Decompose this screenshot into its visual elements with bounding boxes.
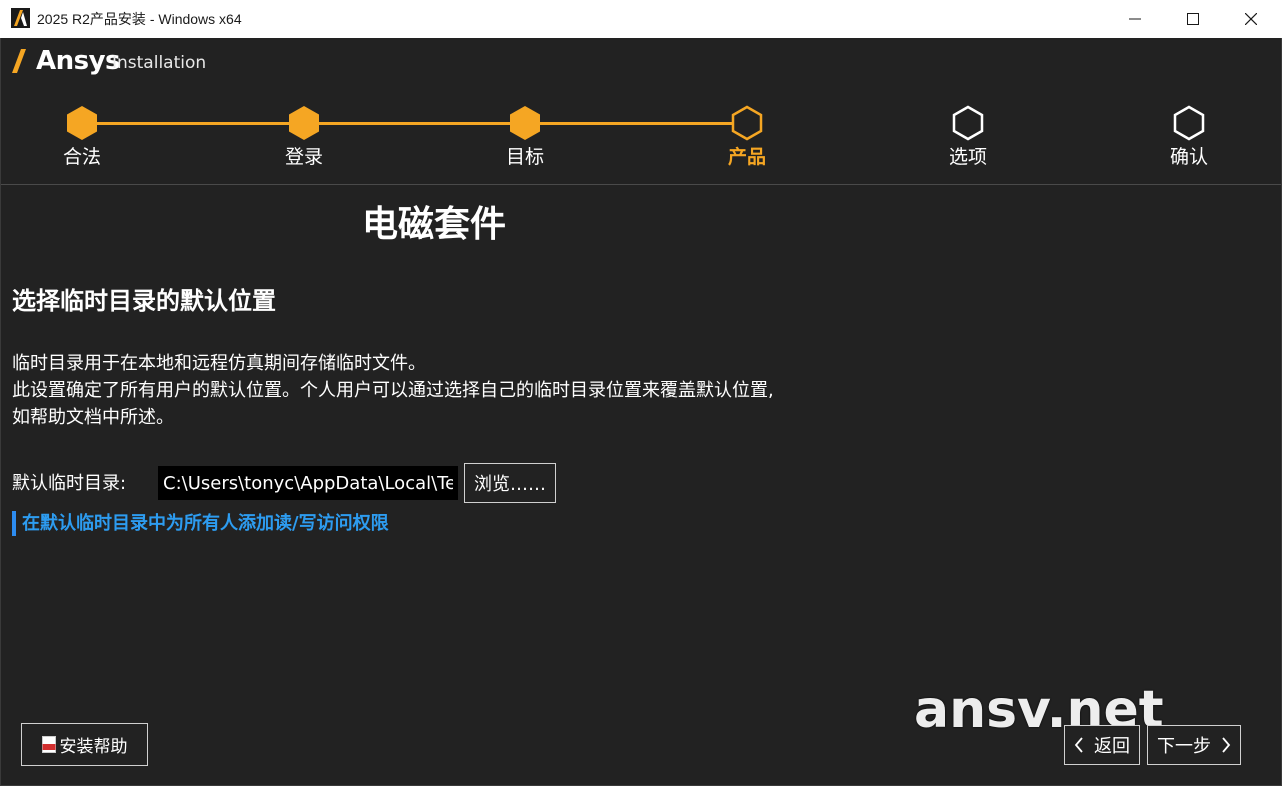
step-label: 合法 xyxy=(62,146,101,168)
section-heading: 选择临时目录的默认位置 xyxy=(12,287,276,315)
installation-subtitle: Installation xyxy=(112,53,207,73)
temp-dir-label: 默认临时目录: xyxy=(12,473,127,494)
hexagon-filled-icon xyxy=(510,106,540,140)
maximize-button[interactable] xyxy=(1164,0,1222,38)
pdf-icon xyxy=(41,736,56,753)
minimize-button[interactable] xyxy=(1106,0,1164,38)
step-label: 目标 xyxy=(505,146,544,168)
stepper-progress-line xyxy=(82,122,747,125)
ansys-app-icon xyxy=(11,8,30,28)
progress-stepper: 合法 登录 目标 产品 选项 确认 xyxy=(0,100,1282,184)
step-label: 选项 xyxy=(948,146,987,168)
step-target: 目标 xyxy=(475,100,575,184)
hexagon-outline-icon xyxy=(952,105,984,141)
chevron-right-icon xyxy=(1222,737,1231,753)
hexagon-filled-icon xyxy=(289,106,319,140)
ansys-logo-text: Ansys xyxy=(36,46,121,76)
hexagon-outline-icon xyxy=(731,105,763,141)
hexagon-outline-icon xyxy=(1173,105,1205,141)
step-label: 产品 xyxy=(727,146,766,168)
close-icon xyxy=(1245,13,1257,25)
grant-access-link[interactable]: 在默认临时目录中为所有人添加读/写访问权限 xyxy=(12,511,389,536)
back-button[interactable]: 返回 xyxy=(1064,725,1140,765)
header-divider xyxy=(1,184,1281,185)
step-label: 登录 xyxy=(284,146,323,168)
description-line: 此设置确定了所有用户的默认位置。个人用户可以通过选择自己的临时目录位置来覆盖默认… xyxy=(12,380,774,401)
ansys-logo-icon xyxy=(12,49,26,73)
suite-title: 电磁套件 xyxy=(362,204,507,245)
window-title: 2025 R2产品安装 - Windows x64 xyxy=(37,11,242,27)
step-options: 选项 xyxy=(918,100,1018,184)
step-legal: 合法 xyxy=(32,100,132,184)
title-bar: 2025 R2产品安装 - Windows x64 xyxy=(0,0,1282,38)
step-label: 确认 xyxy=(1169,146,1208,168)
description-line: 临时目录用于在本地和远程仿真期间存储临时文件。 xyxy=(12,353,426,374)
description-line: 如帮助文档中所述。 xyxy=(12,407,174,428)
description: 临时目录用于在本地和远程仿真期间存储临时文件。 此设置确定了所有用户的默认位置。… xyxy=(12,350,774,431)
close-button[interactable] xyxy=(1222,0,1280,38)
hexagon-filled-icon xyxy=(67,106,97,140)
step-confirm: 确认 xyxy=(1139,100,1239,184)
minimize-icon xyxy=(1129,18,1141,20)
install-help-button[interactable]: 安装帮助 xyxy=(21,723,148,766)
back-label: 返回 xyxy=(1094,736,1130,757)
maximize-icon xyxy=(1187,13,1199,25)
next-button[interactable]: 下一步 xyxy=(1147,725,1241,765)
step-login: 登录 xyxy=(254,100,354,184)
next-label: 下一步 xyxy=(1157,736,1211,757)
temp-dir-input[interactable] xyxy=(158,466,458,500)
chevron-left-icon xyxy=(1074,737,1083,753)
step-product: 产品 xyxy=(697,100,797,184)
install-help-label: 安装帮助 xyxy=(59,737,128,757)
browse-button[interactable]: 浏览…… xyxy=(464,463,556,503)
